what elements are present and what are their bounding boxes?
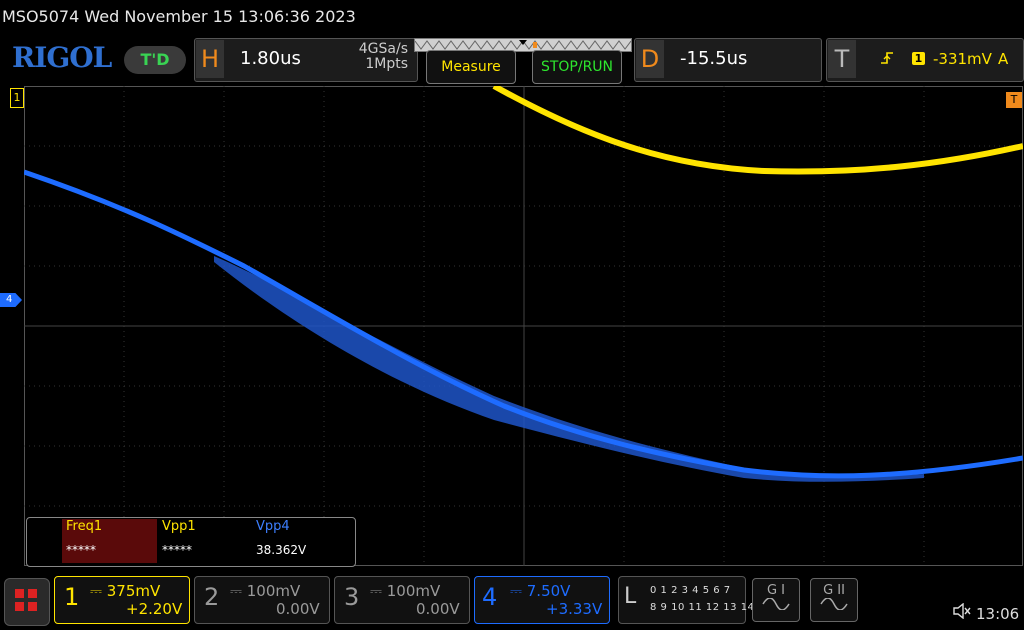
trigger-source-badge: 1: [912, 52, 925, 65]
dc-coupling-icon: ⎓: [90, 582, 102, 600]
memory-window-marker: [533, 42, 537, 48]
rigol-logo: RIGOL: [12, 41, 112, 74]
generator-1-label: G I: [766, 583, 786, 598]
memory-depth: 1Mpts: [365, 56, 408, 72]
horizontal-letter: H: [196, 40, 224, 78]
trigger-level-marker[interactable]: T: [1006, 92, 1022, 108]
sine-wave-icon: [820, 597, 848, 611]
trigger-mode: A: [998, 50, 1009, 68]
ch4-noise-band: [214, 256, 924, 482]
measurement-label-vpp1[interactable]: Vpp1: [162, 519, 196, 534]
channel-4-scale: ⎓ 7.50V: [510, 582, 570, 600]
channel-1-offset: +2.20V: [126, 600, 183, 618]
channel-2-offset: 0.00V: [276, 600, 320, 618]
measurement-value-vpp4: 38.362V: [256, 543, 307, 557]
dc-coupling-icon: ⎓: [230, 582, 242, 600]
system-clock: 13:06: [976, 605, 1020, 623]
channel-3-number: 3: [344, 583, 360, 611]
measure-button[interactable]: Measure: [426, 50, 516, 84]
menu-grid-icon: [15, 589, 37, 611]
ch1-position-marker[interactable]: 1: [10, 88, 24, 108]
channel-2-number: 2: [204, 583, 220, 611]
delay-value: -15.5us: [680, 48, 748, 69]
measurement-value-vpp1: *****: [162, 543, 192, 557]
delay-letter: D: [636, 40, 664, 78]
channel-3-offset: 0.00V: [416, 600, 460, 618]
channel-1-number: 1: [64, 583, 80, 611]
logic-analyzer-box[interactable]: [618, 576, 746, 624]
ch1-waveform: [492, 86, 1023, 175]
generator-2-button[interactable]: G II: [810, 578, 858, 622]
speaker-muted-icon[interactable]: [952, 602, 972, 623]
measurement-label-freq1[interactable]: Freq1: [66, 519, 102, 534]
generator-2-label: G II: [823, 583, 845, 598]
measurement-label-vpp4[interactable]: Vpp4: [256, 519, 290, 534]
dc-coupling-icon: ⎓: [510, 582, 522, 600]
trigger-letter: T: [828, 40, 856, 78]
ch4-position-marker[interactable]: 4: [0, 293, 22, 307]
channel-1-scale: ⎓ 375mV: [90, 582, 160, 600]
channel-4-number: 4: [482, 583, 498, 611]
channel-2-scale-value: 100mV: [246, 582, 301, 600]
dc-coupling-icon: ⎓: [370, 582, 382, 600]
measurement-value-freq1: *****: [66, 543, 96, 557]
sample-rate: 4GSa/s: [358, 41, 408, 57]
channel-1-scale-value: 375mV: [106, 582, 161, 600]
main-menu-button[interactable]: [4, 578, 50, 626]
trigger-level: -331mV: [933, 50, 992, 68]
channel-3-scale: ⎓ 100mV: [370, 582, 440, 600]
status-line: MSO5074 Wed November 15 13:06:36 2023: [2, 7, 356, 26]
trigger-edge-icon: [880, 50, 894, 70]
generator-1-button[interactable]: G I: [752, 578, 800, 622]
channel-2-scale: ⎓ 100mV: [230, 582, 300, 600]
sine-wave-icon: [762, 597, 790, 611]
timebase-value: 1.80us: [240, 48, 301, 69]
waveform-grid[interactable]: [24, 86, 1023, 566]
td-mode-badge[interactable]: T'D: [124, 46, 186, 74]
channel-4-offset: +3.33V: [546, 600, 603, 618]
logic-channels-row-1: 0 1 2 3 4 5 6 7: [650, 585, 731, 596]
stop-run-button[interactable]: STOP/RUN: [532, 50, 622, 84]
channel-4-scale-value: 7.50V: [526, 582, 571, 600]
acquisition-info: 4GSa/s 1Mpts: [330, 42, 408, 72]
channel-3-scale-value: 100mV: [386, 582, 441, 600]
logic-letter: L: [624, 584, 637, 609]
